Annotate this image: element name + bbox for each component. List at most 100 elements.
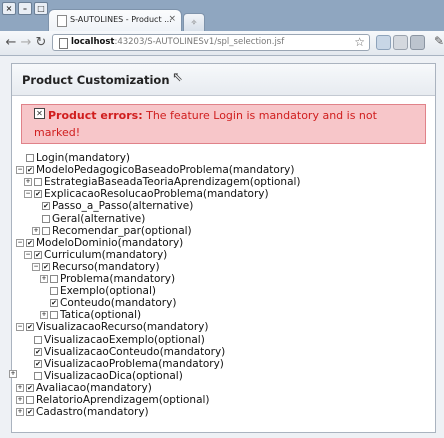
bookmark-star-icon[interactable]: ☆ bbox=[354, 35, 365, 49]
feature-label: ModeloPedagogicoBaseadoProblema(mandator… bbox=[36, 164, 295, 177]
expand-plus-icon[interactable]: + bbox=[9, 370, 17, 378]
collapse-toggle-icon[interactable]: − bbox=[32, 262, 40, 271]
feature-label: Avaliacao(mandatory) bbox=[36, 381, 152, 394]
tree-node[interactable]: + ✔ Cadastro(mandatory) bbox=[16, 406, 149, 418]
tree-node[interactable]: Login(mandatory) bbox=[16, 152, 130, 164]
feature-checkbox[interactable] bbox=[42, 226, 50, 235]
extension-icon-2[interactable] bbox=[393, 35, 408, 50]
feature-checkbox[interactable] bbox=[26, 396, 34, 404]
feature-checkbox[interactable]: ✔ bbox=[26, 383, 34, 392]
expand-toggle-icon[interactable]: + bbox=[16, 408, 24, 417]
feature-label: Tatica(optional) bbox=[60, 309, 142, 322]
feature-checkbox[interactable]: ✔ bbox=[34, 359, 42, 368]
tree-node[interactable]: + Problema(mandatory) bbox=[40, 273, 175, 285]
tree-node[interactable]: + Recomendar_par(optional) bbox=[32, 225, 192, 237]
browser-tab[interactable]: S-AUTOLINES - Product ... × bbox=[48, 9, 182, 33]
feature-checkbox[interactable] bbox=[50, 287, 58, 296]
feature-label: ExplicacaoResolucaoProblema(mandatory) bbox=[44, 188, 269, 201]
tree-node[interactable]: VisualizacaoExemplo(optional) bbox=[24, 334, 205, 346]
feature-checkbox[interactable]: ✔ bbox=[26, 238, 34, 247]
feature-checkbox[interactable]: ✔ bbox=[50, 299, 58, 308]
wrench-menu-icon[interactable]: ✎ bbox=[434, 34, 444, 48]
feature-label: Exemplo(optional) bbox=[60, 285, 156, 298]
feature-label: Passo_a_Passo(alternative) bbox=[52, 200, 194, 213]
feature-label: VisualizacaoProblema(mandatory) bbox=[44, 357, 224, 370]
feature-checkbox[interactable]: ✔ bbox=[26, 408, 34, 417]
back-arrow-icon[interactable]: ← bbox=[4, 33, 18, 51]
expand-toggle-icon[interactable]: + bbox=[32, 226, 40, 235]
collapse-toggle-icon[interactable]: − bbox=[24, 190, 32, 199]
url-host: localhost bbox=[71, 37, 115, 47]
expand-toggle-icon[interactable]: + bbox=[40, 275, 48, 283]
new-tab-button[interactable]: ✧ bbox=[183, 13, 205, 31]
feature-label: EstrategiaBaseadaTeoriaAprendizagem(opti… bbox=[44, 176, 301, 189]
window-close-icon[interactable]: × bbox=[2, 2, 16, 15]
tree-node[interactable]: − ✔ ModeloPedagogicoBaseadoProblema(mandat… bbox=[16, 164, 294, 176]
url-path: :43203/S-AUTOLINESv1/spl_selection.jsf bbox=[114, 37, 285, 47]
tree-node[interactable]: Exemplo(optional) bbox=[40, 285, 156, 297]
expand-toggle-icon[interactable]: + bbox=[40, 311, 48, 320]
tree-node[interactable]: − ✔ VisualizacaoRecurso(mandatory) bbox=[16, 321, 208, 333]
collapse-toggle-icon[interactable]: − bbox=[16, 166, 24, 175]
expand-toggle-icon[interactable]: + bbox=[16, 383, 24, 392]
forward-arrow-icon[interactable]: → bbox=[19, 33, 33, 51]
feature-label: Curriculum(mandatory) bbox=[44, 248, 168, 261]
tree-node[interactable]: ✔ VisualizacaoProblema(mandatory) bbox=[24, 358, 224, 370]
tab-close-icon[interactable]: × bbox=[168, 14, 176, 24]
product-customization-panel: Product Customization ⇖ Product errors: … bbox=[9, 63, 436, 433]
collapse-toggle-icon[interactable]: − bbox=[24, 250, 32, 259]
feature-checkbox[interactable] bbox=[42, 214, 50, 223]
tree-node[interactable]: VisualizacaoDica(optional) bbox=[24, 370, 183, 382]
feature-tree: Login(mandatory) − ✔ ModeloPedagogicoBasead… bbox=[12, 64, 435, 432]
collapse-toggle-icon[interactable]: − bbox=[16, 323, 24, 332]
feature-checkbox[interactable]: ✔ bbox=[34, 190, 42, 199]
window-controls: × – □ bbox=[2, 2, 50, 15]
feature-checkbox[interactable]: ✔ bbox=[34, 347, 42, 356]
feature-checkbox[interactable] bbox=[34, 335, 42, 344]
feature-checkbox[interactable]: ✔ bbox=[42, 202, 50, 211]
feature-label: VisualizacaoExemplo(optional) bbox=[44, 333, 205, 346]
tree-node[interactable]: Geral(alternative) bbox=[32, 213, 145, 225]
feature-checkbox[interactable]: ✔ bbox=[34, 250, 42, 259]
address-url[interactable]: localhost:43203/S-AUTOLINESv1/spl_select… bbox=[71, 37, 284, 47]
feature-checkbox[interactable]: ✔ bbox=[42, 262, 50, 271]
feature-label: Problema(mandatory) bbox=[60, 273, 176, 285]
tree-node[interactable]: ✔ VisualizacaoConteudo(mandatory) bbox=[24, 346, 225, 358]
page-favicon-icon bbox=[57, 15, 67, 27]
window-maximize-icon[interactable]: □ bbox=[34, 2, 48, 15]
feature-checkbox[interactable]: ✔ bbox=[26, 323, 34, 332]
feature-checkbox[interactable] bbox=[26, 154, 34, 162]
tree-node[interactable]: ✔ Passo_a_Passo(alternative) bbox=[32, 200, 193, 212]
feature-label: VisualizacaoRecurso(mandatory) bbox=[36, 321, 209, 334]
feature-checkbox[interactable] bbox=[50, 275, 58, 283]
feature-checkbox[interactable] bbox=[34, 178, 42, 187]
feature-label: Geral(alternative) bbox=[52, 212, 146, 225]
tree-node[interactable]: ✔ Conteudo(mandatory) bbox=[40, 297, 176, 309]
window-titlebar: × – □ S-AUTOLINES - Product ... × ✧ bbox=[0, 0, 444, 33]
expand-toggle-icon[interactable]: + bbox=[24, 178, 32, 187]
extension-icon-1[interactable] bbox=[376, 35, 391, 50]
reload-icon[interactable]: ↻ bbox=[34, 33, 48, 51]
tree-node[interactable]: − ✔ ExplicacaoResolucaoProblema(mandatory) bbox=[24, 188, 269, 200]
tree-node[interactable]: + RelatorioAprendizagem(optional) bbox=[16, 394, 210, 406]
feature-checkbox[interactable] bbox=[34, 371, 42, 380]
feature-checkbox[interactable]: ✔ bbox=[26, 166, 34, 175]
browser-toolbar: ← → ↻ localhost:43203/S-AUTOLINESv1/spl_… bbox=[0, 31, 444, 56]
tree-node[interactable]: − ✔ ModeloDominio(mandatory) bbox=[16, 237, 183, 249]
feature-label: Conteudo(mandatory) bbox=[60, 297, 177, 310]
feature-label: ModeloDominio(mandatory) bbox=[36, 236, 184, 249]
feature-checkbox[interactable] bbox=[50, 311, 58, 320]
window-minimize-icon[interactable]: – bbox=[18, 2, 32, 15]
expand-toggle-icon[interactable]: + bbox=[16, 396, 24, 404]
collapse-toggle-icon[interactable]: − bbox=[16, 238, 24, 247]
feature-label: RelatorioAprendizagem(optional) bbox=[36, 394, 210, 406]
tree-node[interactable]: + Tatica(optional) bbox=[40, 309, 141, 321]
extension-icon-3[interactable] bbox=[410, 35, 425, 50]
tree-node[interactable]: + EstrategiaBaseadaTeoriaAprendizagem(opt… bbox=[24, 176, 301, 188]
page-icon bbox=[59, 38, 68, 49]
address-bar[interactable]: localhost:43203/S-AUTOLINESv1/spl_select… bbox=[52, 34, 370, 51]
tree-node[interactable]: − ✔ Recurso(mandatory) bbox=[32, 261, 160, 273]
page-viewport: Product Customization ⇖ Product errors: … bbox=[0, 56, 444, 438]
tree-node[interactable]: + ✔ Avaliacao(mandatory) bbox=[16, 382, 152, 394]
tree-node[interactable]: − ✔ Curriculum(mandatory) bbox=[24, 249, 167, 261]
